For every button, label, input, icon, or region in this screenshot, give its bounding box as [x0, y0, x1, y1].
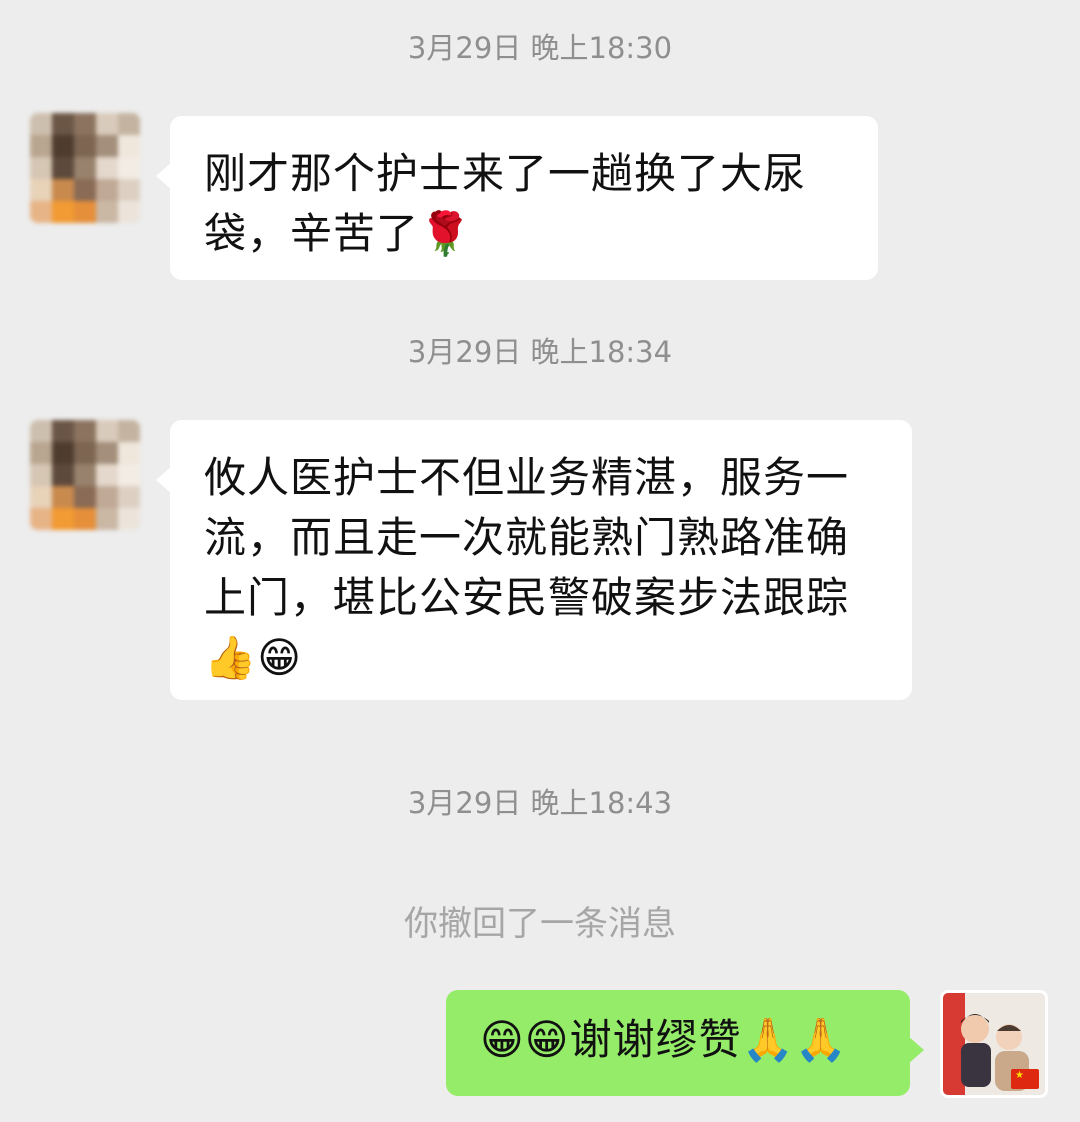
contact-avatar[interactable] — [30, 113, 140, 223]
message-text-line: 👍😁 — [204, 633, 303, 682]
sent-message-bubble[interactable]: 😁😁谢谢缪赞🙏🙏 — [446, 990, 924, 1096]
timestamp: 3月29日 晚上18:43 — [407, 786, 673, 820]
message-text-line: 上门，堪比公安民警破案步法跟踪 — [204, 573, 850, 622]
message-text-line: 袋，辛苦了🌹 — [204, 209, 473, 258]
timestamp: 3月29日 晚上18:34 — [407, 335, 673, 369]
message-text-line: 😁😁谢谢缪赞🙏🙏 — [480, 1015, 849, 1064]
received-message-bubble[interactable]: 攸人医护士不但业务精湛，服务一 流，而且走一次就能熟门熟路准确 上门，堪比公安民… — [156, 420, 912, 700]
message-text-line: 流，而且走一次就能熟门熟路准确 — [204, 513, 850, 562]
timestamp: 3月29日 晚上18:30 — [407, 31, 673, 65]
recall-notice: 你撤回了一条消息 — [404, 904, 676, 944]
contact-avatar[interactable] — [30, 420, 140, 530]
message-text-line: 刚才那个护士来了一趟换了大尿 — [204, 149, 807, 198]
received-message-bubble[interactable]: 刚才那个护士来了一趟换了大尿 袋，辛苦了🌹 — [156, 116, 878, 280]
my-avatar[interactable]: ★ — [940, 990, 1048, 1098]
message-text-line: 攸人医护士不但业务精湛，服务一 — [204, 453, 850, 502]
china-flag-icon: ★ — [1011, 1069, 1039, 1089]
